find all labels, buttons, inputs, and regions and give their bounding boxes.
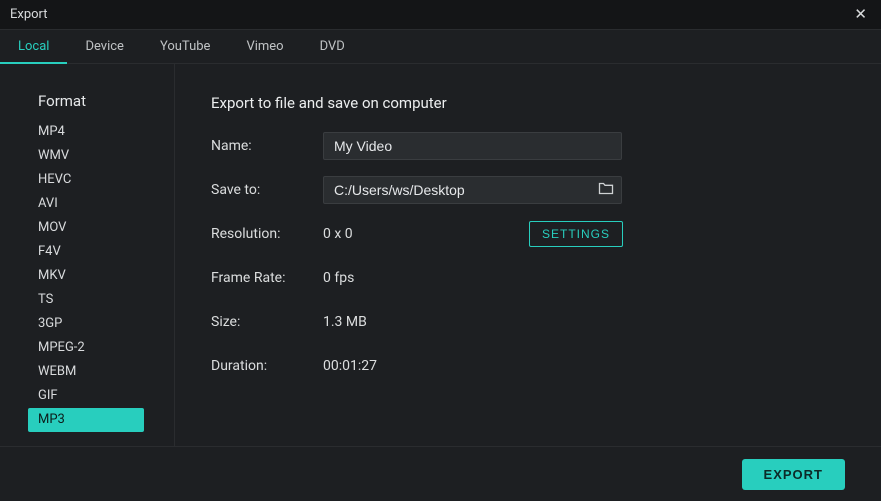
format-3gp[interactable]: 3GP [28,312,144,336]
value-duration: 00:01:27 [323,358,377,374]
export-button[interactable]: EXPORT [742,459,845,490]
format-hevc[interactable]: HEVC [28,168,144,192]
close-icon[interactable]: ✕ [850,7,871,22]
label-saveto: Save to: [211,182,323,198]
format-mov[interactable]: MOV [28,216,144,240]
label-name: Name: [211,138,323,154]
label-framerate: Frame Rate: [211,270,323,286]
tabs: Local Device YouTube Vimeo DVD [0,30,881,64]
window-title: Export [10,7,48,22]
label-resolution: Resolution: [211,226,323,242]
format-mpeg2[interactable]: MPEG-2 [28,336,144,360]
format-avi[interactable]: AVI [28,192,144,216]
main-panel: Export to file and save on computer Name… [175,64,881,446]
format-webm[interactable]: WEBM [28,360,144,384]
tab-device[interactable]: Device [67,30,142,63]
footer: EXPORT [0,446,881,501]
label-duration: Duration: [211,358,323,374]
value-framerate: 0 fps [323,270,354,286]
format-mp4[interactable]: MP4 [28,120,144,144]
value-size: 1.3 MB [323,314,367,330]
format-gif[interactable]: GIF [28,384,144,408]
format-ts[interactable]: TS [28,288,144,312]
saveto-input[interactable] [323,176,622,204]
format-f4v[interactable]: F4V [28,240,144,264]
settings-button[interactable]: SETTINGS [529,221,623,247]
format-wmv[interactable]: WMV [28,144,144,168]
tab-youtube[interactable]: YouTube [142,30,229,63]
main-heading: Export to file and save on computer [211,94,845,112]
tab-local[interactable]: Local [0,30,67,64]
tab-dvd[interactable]: DVD [302,30,363,63]
folder-icon[interactable] [598,181,614,199]
titlebar: Export ✕ [0,0,881,30]
format-mp3[interactable]: MP3 [28,408,144,432]
label-size: Size: [211,314,323,330]
sidebar: Format MP4 WMV HEVC AVI MOV F4V MKV TS 3… [0,64,175,446]
format-mkv[interactable]: MKV [28,264,144,288]
name-input[interactable] [323,132,622,160]
tab-vimeo[interactable]: Vimeo [228,30,301,63]
sidebar-title: Format [0,86,174,120]
value-resolution: 0 x 0 [323,226,353,242]
